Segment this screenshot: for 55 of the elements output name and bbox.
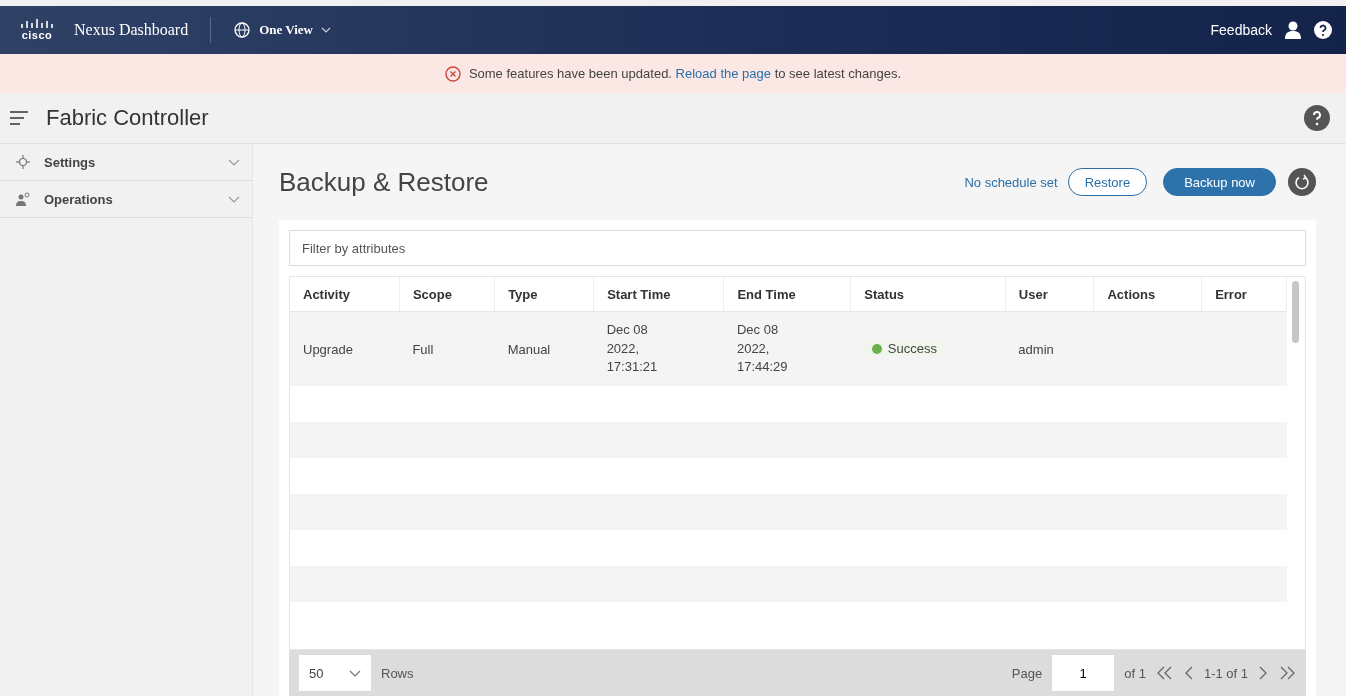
person-icon <box>16 192 30 206</box>
column-header[interactable]: End Time <box>723 277 851 312</box>
sidebar-item[interactable]: Operations <box>0 181 252 218</box>
last-page-icon[interactable] <box>1278 666 1296 680</box>
table-cell: Full <box>399 311 495 386</box>
chevron-icon <box>349 669 361 677</box>
status-text: Success <box>887 341 937 357</box>
app-title: Nexus Dashboard <box>74 21 189 39</box>
feedback-link[interactable]: Feedback <box>1210 22 1272 38</box>
schedule-link[interactable]: No schedule set <box>964 174 1058 190</box>
reload-link[interactable]: Reload the page <box>675 66 771 81</box>
table-cell-text: Dec 08 2022, 17:44:29 <box>736 320 789 377</box>
table-cell: Upgrade <box>290 311 400 386</box>
table-cell: admin <box>1005 311 1094 386</box>
page-title: Backup & Restore <box>279 166 489 198</box>
rows-label: Rows <box>381 665 414 681</box>
column-header[interactable]: Error <box>1201 277 1287 312</box>
column-header[interactable]: Status <box>850 277 1006 312</box>
column-header[interactable]: Type <box>494 277 594 312</box>
menu-icon[interactable] <box>10 111 28 125</box>
filter-field[interactable]: Filter by attributes <box>289 230 1306 266</box>
error-icon <box>444 65 461 82</box>
page-number-field[interactable]: 1 <box>1052 655 1115 691</box>
table-cell: Manual <box>494 311 594 386</box>
column-header[interactable]: User <box>1005 277 1094 312</box>
column-header[interactable]: Activity <box>290 277 400 312</box>
chevron-icon <box>228 195 240 203</box>
page-label: Page <box>1011 665 1043 681</box>
banner-message: Some features have been updated. Reload the page to see latest changes. <box>468 66 902 81</box>
chevron-icon <box>321 27 331 33</box>
view-selector[interactable]: One View <box>233 21 331 39</box>
page-count: of 1 <box>1124 665 1146 681</box>
next-page-icon[interactable] <box>1258 666 1268 680</box>
range-text: 1-1 of 1 <box>1203 665 1248 681</box>
logo-bars-icon <box>20 19 54 29</box>
previous-page-icon[interactable] <box>1183 666 1194 680</box>
logo-wordmark: cisco <box>21 30 53 41</box>
user-icon[interactable] <box>1284 21 1302 39</box>
chevron-icon <box>228 158 240 166</box>
help-icon[interactable] <box>1304 105 1330 131</box>
globe-icon <box>233 21 252 39</box>
refresh-icon[interactable] <box>1288 168 1316 196</box>
page-size-dropdown[interactable]: 50 <box>299 655 371 691</box>
help-icon[interactable] <box>1314 21 1332 39</box>
column-header[interactable]: Actions <box>1093 277 1202 312</box>
column-header[interactable]: Start Time <box>593 277 724 312</box>
first-page-icon[interactable] <box>1155 666 1174 680</box>
scrollbar[interactable] <box>1292 281 1299 343</box>
app-section-title: Fabric Controller <box>46 105 209 131</box>
sidebar-item[interactable]: Settings <box>0 144 252 181</box>
backup-button[interactable]: Backup now <box>1163 168 1276 196</box>
column-header[interactable]: Scope <box>399 277 495 312</box>
gear-icon <box>16 155 30 169</box>
table-cell-text: Dec 08 2022, 17:31:21 <box>606 320 659 377</box>
restore-button[interactable]: Restore <box>1067 168 1148 196</box>
